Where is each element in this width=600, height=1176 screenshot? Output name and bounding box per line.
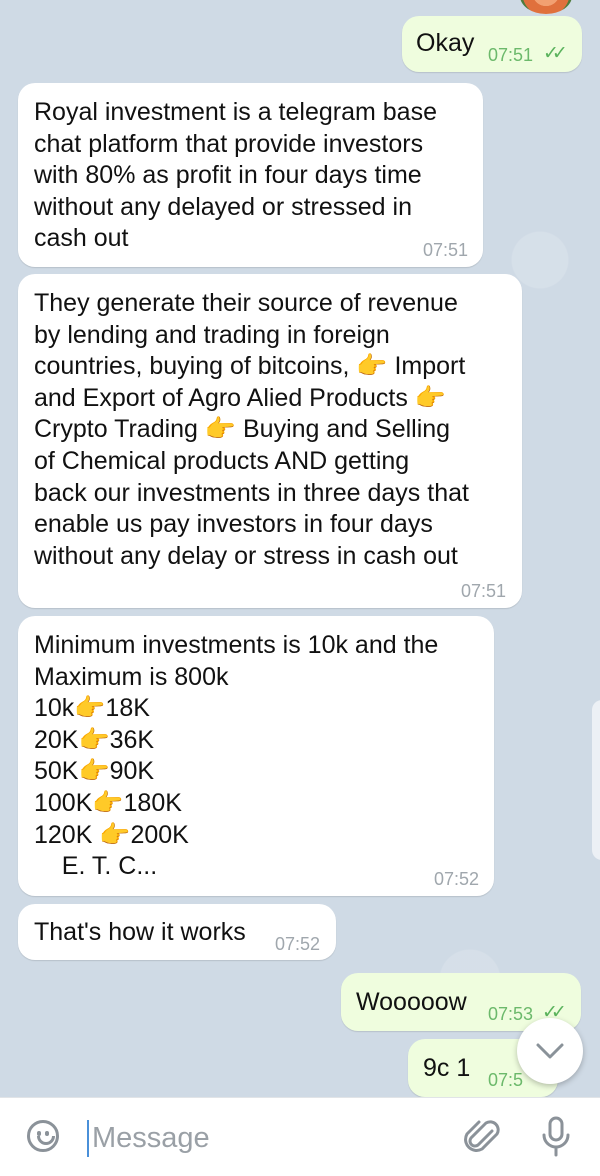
sticker-avatar [520,0,572,14]
message-line: and Export of Agro Alied Products 👉 [34,383,446,412]
read-checkmarks-icon: ✓✓ [543,43,568,64]
chevron-down-icon [536,1043,564,1059]
message-line: They generate their source of revenue [34,289,458,317]
side-panel-handle[interactable] [592,700,600,860]
message-bubble-incoming[interactable]: They generate their source of revenue by… [18,274,522,608]
message-line: 120K 👉200K [34,820,189,849]
message-line: 50K👉90K [34,757,155,786]
message-time: 07:52 [275,934,321,954]
message-line: without any delayed or stressed in [34,192,412,221]
message-text: That's how it works [34,918,246,946]
message-line: back our investments in three days that [34,478,469,507]
message-input[interactable]: Message [92,1122,210,1155]
message-bubble-outgoing[interactable]: Okay 07:51 ✓✓ [402,16,582,72]
message-line: 100K👉180K [34,788,182,817]
message-line: without any delay or stress in cash out [34,541,458,570]
message-line: of Chemical products AND getting [34,446,410,475]
message-text: Wooooow [356,988,467,1016]
message-text: 9c 1 [423,1054,471,1082]
smiley-icon[interactable] [27,1120,59,1152]
message-line: Crypto Trading 👉 Buying and Selling [34,415,451,444]
chat-area[interactable]: Okay 07:51 ✓✓ Royal investment is a tele… [0,0,600,1097]
message-time: 07:51 [488,45,534,65]
message-line: chat platform that provide investors [34,129,424,158]
message-bubble-incoming[interactable]: That's how it works 07:52 [18,904,336,960]
message-line: by lending and trading in foreign [34,320,390,349]
message-time: 07:53 [488,1004,534,1024]
message-bubble-incoming[interactable]: Minimum investments is 10k and the Maxim… [18,616,494,896]
message-text: Okay [416,29,475,57]
message-time: 07:51 [423,240,469,260]
scroll-to-bottom-button[interactable] [517,1018,583,1084]
message-line: Maximum is 800k [34,662,229,691]
message-time: 07:5 [488,1070,524,1090]
message-bubble-incoming[interactable]: Royal investment is a telegram base chat… [18,83,483,267]
text-cursor [87,1120,89,1157]
message-line: with 80% as profit in four days time [34,161,422,190]
message-line: countries, buying of bitcoins, 👉 Import [34,352,466,381]
microphone-icon[interactable] [540,1115,572,1159]
message-line: E. T. C... [34,852,158,881]
message-time: 07:51 [461,581,507,601]
message-line: Minimum investments is 10k and the [34,631,439,659]
paperclip-icon[interactable] [462,1117,502,1159]
message-line: 20K👉36K [34,725,155,754]
message-line: 10k👉18K [34,694,150,723]
message-line: Royal investment is a telegram base [34,98,437,126]
message-line: enable us pay investors in four days [34,510,433,539]
message-line: cash out [34,224,129,253]
message-time: 07:52 [434,869,480,889]
message-input-bar: Message [0,1097,600,1176]
